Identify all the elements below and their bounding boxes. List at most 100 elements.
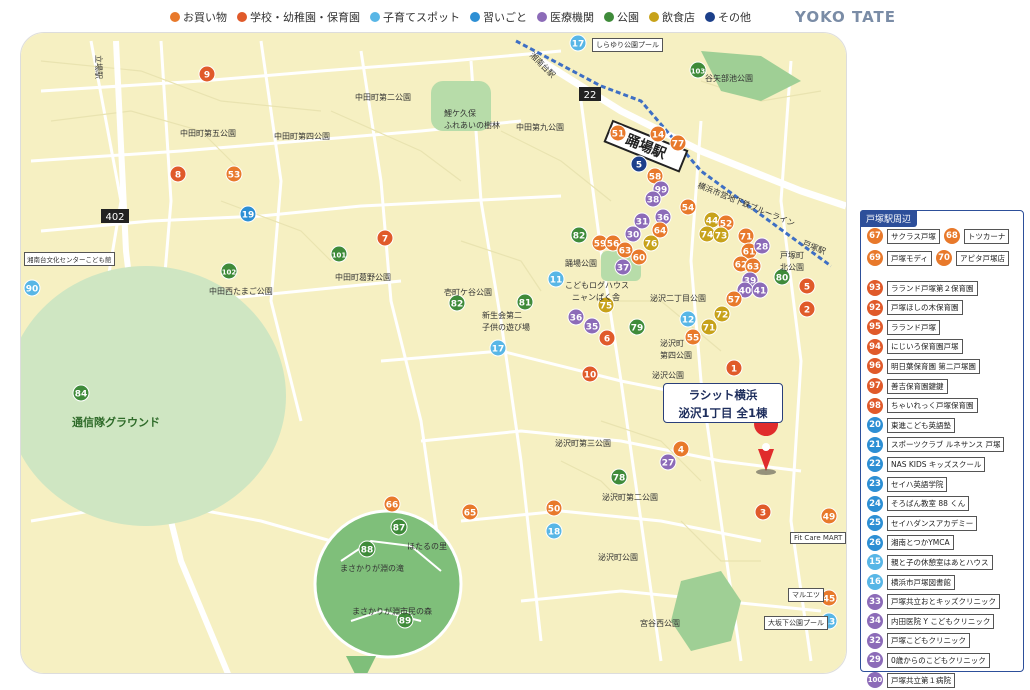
map-marker[interactable]: 76 [642,234,660,252]
map-marker[interactable]: 9 [198,65,216,83]
svg-text:51: 51 [612,130,625,140]
map-marker[interactable]: 102 [220,262,238,280]
map-marker[interactable]: 11 [547,270,565,288]
map-marker[interactable]: 12 [679,310,697,328]
svg-text:1: 1 [731,365,737,375]
svg-text:49: 49 [823,513,836,523]
list-item[interactable]: 29 0歳からのこどもクリニック [867,652,990,669]
legend-item: 医療機関 [537,9,594,25]
list-item[interactable]: 97 善吉保育園鍵鍵 [867,378,948,394]
map-marker[interactable]: 50 [545,499,563,517]
list-item[interactable]: 93 ラランド戸塚第２保育園 [867,280,978,296]
map-marker[interactable]: 72 [713,305,731,323]
map-marker[interactable]: 27 [659,453,677,471]
svg-text:77: 77 [672,140,685,150]
map-marker[interactable]: 77 [669,134,687,152]
list-item[interactable]: 25 セイハダンスアカデミー [867,515,978,532]
map-marker[interactable]: 14 [649,125,667,143]
place-label: 踊場公園 [565,259,597,268]
map-marker[interactable]: 103 [689,61,707,79]
list-number-badge: 92 [867,299,883,316]
list-item[interactable]: 32 戸塚こどもクリニック [867,632,970,649]
list-item[interactable]: 67 サクラス戸塚 68 トツカーナ [867,228,1010,244]
map-marker[interactable]: 10 [581,365,599,383]
map-marker[interactable]: 41 [751,281,769,299]
list-number-badge: 22 [867,456,883,473]
svg-text:36: 36 [570,314,583,324]
map-marker[interactable]: 55 [684,328,702,346]
list-number-badge: 69 [867,250,883,266]
map-marker[interactable]: 90 [23,279,41,297]
list-item[interactable]: 100 戸塚共立第１病院 [867,672,955,688]
list-item[interactable]: 26 湘南とつかYMCA [867,534,954,551]
sidebar-title: 戸塚駅周辺 [860,210,918,227]
list-item[interactable]: 20 東進こども英語塾 [867,417,955,434]
map-marker[interactable]: 81 [516,293,534,311]
list-number-badge: 32 [867,632,883,649]
list-item[interactable]: 92 戸塚ほしの木保育園 [867,299,963,316]
map-marker[interactable]: 19 [239,205,257,223]
map-marker[interactable]: 101 [330,245,348,263]
map-marker[interactable]: 71 [737,227,755,245]
direction-label: 立場駅 [94,55,103,79]
svg-text:31: 31 [636,218,649,228]
map-marker[interactable]: 3 [754,503,772,521]
map-marker[interactable]: 51 [609,124,627,142]
list-item[interactable]: 16 横浜市戸塚図書館 [867,574,955,590]
map-marker[interactable]: 35 [583,317,601,335]
map-marker[interactable]: 73 [712,226,730,244]
list-item[interactable]: 33 戸塚共立おとキッズクリニック [867,593,1000,610]
legend-item: その他 [705,9,751,25]
map-marker[interactable]: 49 [820,507,838,525]
list-item[interactable]: 21 スポーツクラブ ルネサンス 戸塚 [867,436,1005,453]
map-marker[interactable]: 17 [489,339,507,357]
map-marker[interactable]: 60 [630,248,648,266]
map-marker[interactable]: 2 [798,300,816,318]
svg-text:75: 75 [600,302,613,312]
map-marker[interactable]: 5 [798,277,816,295]
svg-text:41: 41 [754,287,767,297]
map-marker[interactable]: 1 [725,359,743,377]
list-item[interactable]: 98 ちゃいれっく戸塚保育園 [867,397,978,414]
map-marker[interactable]: 54 [679,198,697,216]
map-marker[interactable]: 78 [610,468,628,486]
list-item[interactable]: 94 にじいろ保育園戸塚 [867,338,963,355]
list-item[interactable]: 22 NAS KIDS キッズスクール [867,456,986,473]
map-marker[interactable]: 37 [614,258,632,276]
map-marker[interactable]: 6 [598,329,616,347]
map-marker[interactable]: 84 [72,384,90,402]
map-marker[interactable]: 4 [672,440,690,458]
legend-item: 子育てスポット [370,9,460,25]
map-marker[interactable]: 88 [358,540,376,558]
map-marker[interactable]: 53 [225,165,243,183]
list-item[interactable]: 15 親と子の休憩室はあとハウス [867,554,993,571]
map-marker[interactable]: 65 [461,503,479,521]
map-marker[interactable]: 28 [753,237,771,255]
list-item[interactable]: 24 そろばん教室 88 くん [867,495,970,512]
list-item[interactable]: 95 ラランド戸塚 [867,319,940,336]
list-item[interactable]: 34 内田医院 Y こどもクリニック [867,613,995,630]
list-item-label: そろばん教室 88 くん [887,496,970,512]
map-marker[interactable]: 7 [376,229,394,247]
map-marker[interactable]: 87 [390,518,408,536]
map-marker[interactable]: 57 [725,290,743,308]
list-item[interactable]: 69 戸塚モディ 70 アピタ戸塚店 [867,250,1009,266]
map[interactable]: 踊場駅 402 22 9 8 53 19 7 101 102 90 84 17 103 51 14 77 5… [20,32,847,674]
map-marker[interactable]: 5 [630,155,648,173]
map-marker[interactable]: 36 [567,308,585,326]
svg-text:89: 89 [399,617,412,627]
list-item[interactable]: 96 明日葉保育園 第二戸塚園 [867,358,980,375]
map-marker[interactable]: 8 [169,165,187,183]
map-marker[interactable]: 17 [569,34,587,52]
list-item[interactable]: 23 セイハ英語学院 [867,476,948,492]
legend-label: 習いごと [483,11,527,24]
map-marker[interactable]: 63 [616,241,634,259]
map-marker[interactable]: 38 [644,190,662,208]
map-marker[interactable]: 82 [570,226,588,244]
map-marker[interactable]: 18 [545,522,563,540]
map-marker[interactable]: 63 [744,257,762,275]
map-marker[interactable]: 71 [700,318,718,336]
map-marker[interactable]: 30 [624,225,642,243]
map-marker[interactable]: 66 [383,495,401,513]
map-marker[interactable]: 79 [628,318,646,336]
